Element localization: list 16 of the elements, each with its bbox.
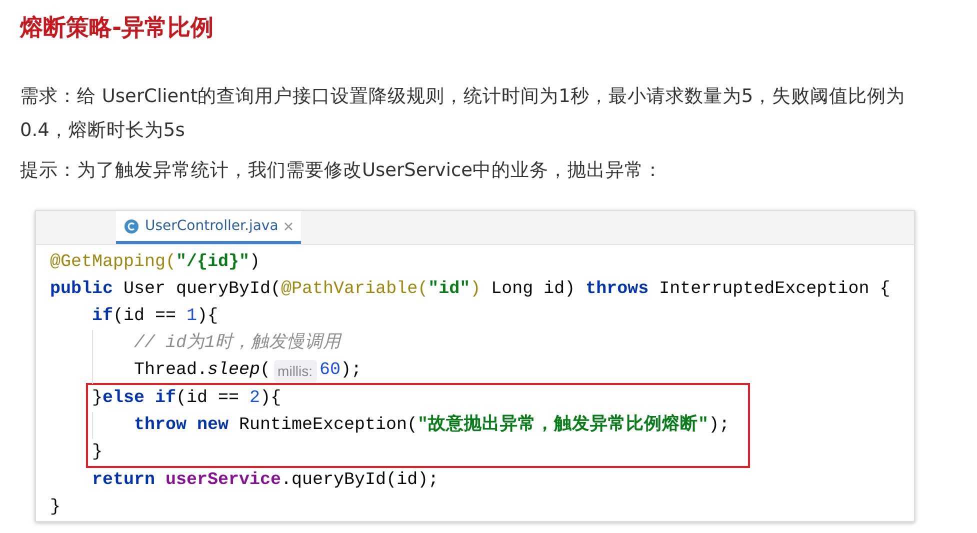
code-line: return userService.queryById(id); — [92, 469, 439, 492]
paragraph: 需求：给 UserClient的查询用户接口设置降级规则，统计时间为1秒，最小请求数量为5，失败阈值比例为0.4，熔断时长为5s — [20, 85, 906, 143]
paragraph: 提示：为了触发异常统计，我们需要修改UserService中的业务，抛出异常： — [20, 159, 664, 183]
slide-title: 熔断策略-异常比例 — [20, 14, 215, 43]
file-tab[interactable]: UserController.java — [116, 211, 302, 244]
code-line: @GetMapping("/{id}") — [50, 251, 260, 274]
code-line: Thread.sleep( millis: 60); — [134, 358, 362, 384]
code-line: if(id == 1){ — [92, 305, 218, 328]
code-line: public User queryById(@PathVariable("id") Long id) throws InterruptedException { — [50, 278, 890, 301]
class-file-icon — [124, 218, 139, 234]
close-icon[interactable] — [284, 222, 294, 230]
code-line: } — [50, 496, 61, 519]
code-line: throw new RuntimeException("故意抛出异常，触发异常比例熔断"); — [134, 412, 730, 437]
code-line: } — [92, 441, 103, 464]
code-line: }else if(id == 2){ — [92, 387, 282, 410]
code-comment: // id为1时，触发慢调用 — [134, 332, 342, 355]
